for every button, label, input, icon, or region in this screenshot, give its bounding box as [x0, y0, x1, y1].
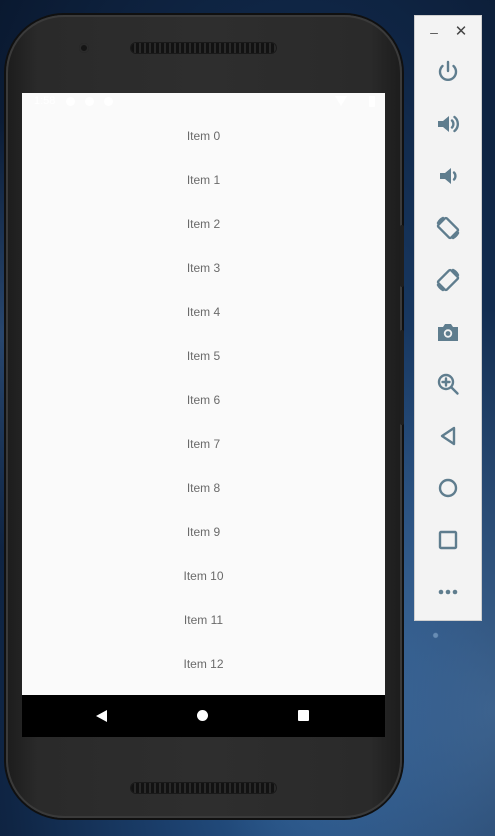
nav-back-icon[interactable]	[96, 710, 107, 722]
zoom-button[interactable]	[430, 366, 466, 402]
list-item-10[interactable]: Item 10	[22, 554, 385, 598]
bottom-speaker-grille	[131, 783, 276, 793]
rotate-right-button[interactable]	[430, 262, 466, 298]
back-button[interactable]	[430, 418, 466, 454]
minimize-button[interactable]: –	[427, 22, 441, 42]
device-volume-side-button	[400, 330, 404, 425]
notification-dot-icon	[85, 97, 94, 106]
volume-up-button[interactable]	[430, 106, 466, 142]
list-item-0[interactable]: Item 0	[22, 114, 385, 158]
list-item-6[interactable]: Item 6	[22, 378, 385, 422]
more-button[interactable]	[430, 574, 466, 610]
power-button[interactable]	[430, 54, 466, 90]
navigation-bar	[22, 695, 385, 737]
list-item-11[interactable]: Item 11	[22, 598, 385, 642]
list-item-1[interactable]: Item 1	[22, 158, 385, 202]
list-item-2[interactable]: Item 2	[22, 202, 385, 246]
camera-icon	[438, 324, 458, 341]
back-icon	[440, 426, 456, 446]
close-button[interactable]: ✕	[454, 22, 468, 42]
zoom-icon	[437, 373, 459, 395]
more-icon	[438, 589, 458, 595]
list-item-12[interactable]: Item 12	[22, 642, 385, 686]
list-item-5[interactable]: Item 5	[22, 334, 385, 378]
rotate-left-icon	[436, 216, 460, 240]
list-item-9[interactable]: Item 9	[22, 510, 385, 554]
wifi-icon	[335, 96, 347, 106]
volume-up-icon	[438, 115, 459, 133]
nav-recents-icon[interactable]	[298, 710, 309, 721]
notification-dot-icon	[66, 97, 75, 106]
list-item-4[interactable]: Item 4	[22, 290, 385, 334]
status-time: 1:58	[34, 95, 56, 107]
nav-home-icon[interactable]	[197, 710, 208, 721]
home-icon	[438, 478, 458, 498]
power-icon	[438, 60, 458, 81]
screenshot-button[interactable]	[430, 314, 466, 350]
home-button[interactable]	[430, 470, 466, 506]
top-speaker-grille	[131, 43, 276, 53]
device-screen[interactable]: 1:58 Item 0 Item 1 Item 2 Item 3 Item 4 …	[22, 93, 385, 737]
rotate-left-button[interactable]	[430, 210, 466, 246]
volume-down-button[interactable]	[430, 158, 466, 194]
list-item-8[interactable]: Item 8	[22, 466, 385, 510]
notification-dot-icon	[104, 97, 113, 106]
status-bar: 1:58	[22, 93, 385, 111]
rotate-right-icon	[436, 268, 460, 292]
item-list[interactable]: Item 0 Item 1 Item 2 Item 3 Item 4 Item …	[22, 114, 385, 686]
overview-button[interactable]	[430, 522, 466, 558]
status-icons	[335, 96, 375, 108]
emulator-toolbar: – ✕	[414, 15, 482, 621]
overview-icon	[438, 530, 458, 550]
toolbar-header: – ✕	[415, 16, 483, 50]
device-power-side-button	[400, 225, 404, 287]
list-item-3[interactable]: Item 3	[22, 246, 385, 290]
battery-icon	[369, 96, 375, 107]
volume-down-icon	[440, 168, 457, 184]
front-camera	[79, 43, 89, 53]
list-item-7[interactable]: Item 7	[22, 422, 385, 466]
emulator-device-frame: 1:58 Item 0 Item 1 Item 2 Item 3 Item 4 …	[6, 15, 404, 818]
